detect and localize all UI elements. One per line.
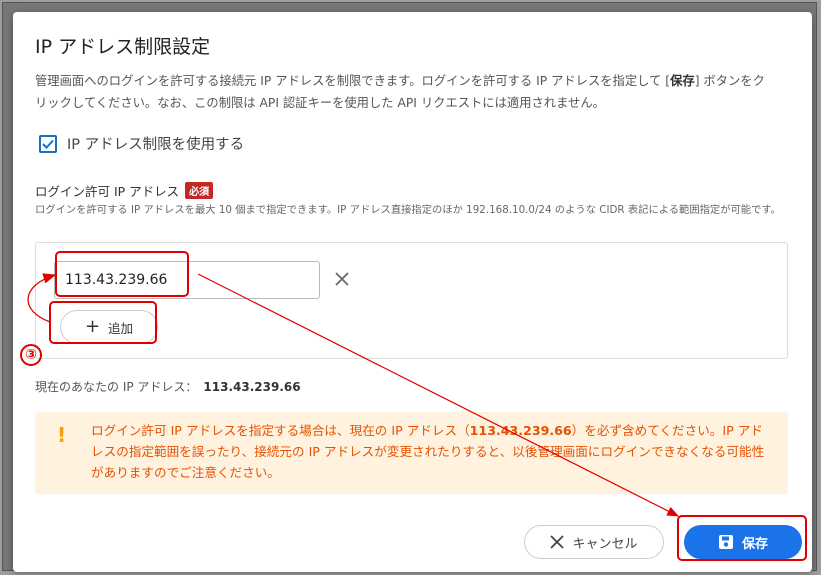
- arrow-input-to-save: [197, 273, 680, 517]
- arrow-add-to-input: [27, 273, 57, 323]
- annotation-arrows: [27, 273, 680, 517]
